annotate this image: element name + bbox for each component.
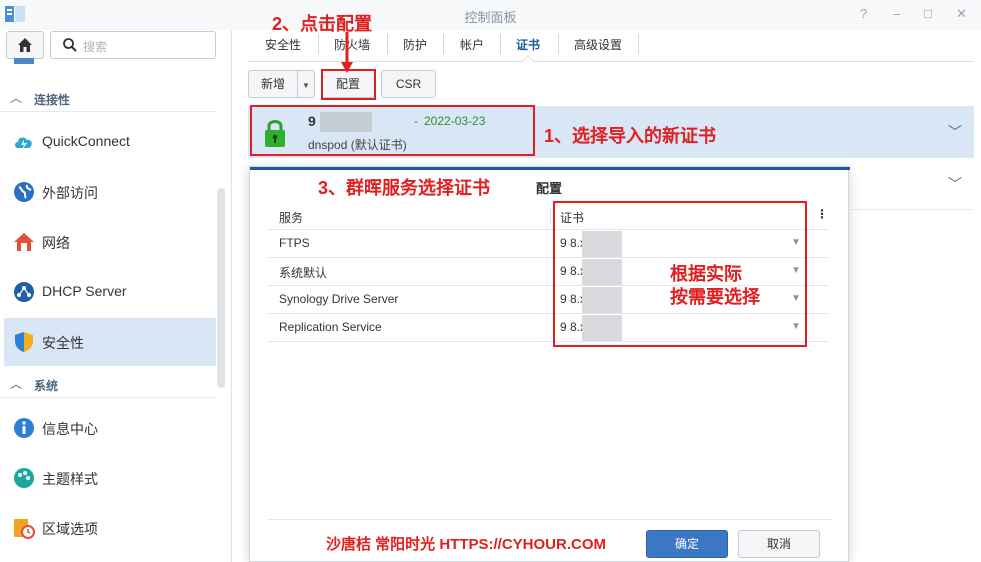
dialog-title: 配置 (536, 181, 563, 196)
caret-down-icon: ▼ (302, 81, 310, 90)
chevron-up-icon: ︿ (10, 91, 23, 105)
annotation-step3: 3、群晖服务选择证书 (318, 178, 491, 198)
search-input[interactable]: 搜索 (50, 31, 216, 59)
close-icon[interactable]: ✕ (956, 6, 967, 22)
add-dropdown-button[interactable]: ▼ (297, 70, 315, 98)
sidebar-item-label: 网络 (42, 235, 70, 251)
sidebar-item-label: 安全性 (42, 335, 84, 351)
chevron-down-icon[interactable]: ﹀ (948, 174, 962, 194)
sidebar-item-dhcp-server[interactable]: DHCP Server (4, 268, 216, 316)
sidebar-item-quickconnect[interactable]: QuickConnect (4, 118, 216, 166)
sidebar-item-label: DHCP Server (42, 283, 127, 299)
csr-button[interactable]: CSR (381, 70, 436, 98)
dhcp-icon (14, 282, 34, 302)
minimize-icon[interactable]: – (893, 6, 900, 21)
globe-icon (14, 182, 34, 202)
chevron-down-icon[interactable]: ﹀ (948, 122, 962, 142)
shield-icon (15, 332, 33, 352)
sidebar-item-security[interactable]: 安全性 (4, 318, 216, 366)
partial-item-icon (14, 58, 34, 64)
tab-separator (500, 34, 501, 54)
tab-separator (638, 34, 639, 54)
tab-separator (443, 34, 444, 54)
regional-clock-icon (14, 519, 35, 539)
home-button[interactable] (6, 31, 44, 59)
sidebar-item-external-access[interactable]: 外部访问 (4, 168, 216, 216)
maximize-icon[interactable]: □ (924, 6, 932, 21)
cancel-button[interactable]: 取消 (738, 530, 820, 558)
tab-separator (318, 34, 319, 54)
info-icon (14, 418, 34, 438)
tab-advanced[interactable]: 高级设置 (574, 36, 622, 53)
chevron-up-icon: ︿ (10, 377, 23, 391)
tab-certificate[interactable]: 证书 (516, 36, 540, 53)
window-titlebar: 控制面板 ? – □ ✕ (0, 0, 981, 30)
tab-protection[interactable]: 防护 (403, 36, 427, 53)
service-name: Synology Drive Server (279, 292, 399, 306)
sidebar-item-network[interactable]: 网络 (4, 218, 216, 266)
annotation-arrow-icon (341, 32, 353, 73)
annotation-step1: 1、选择导入的新证书 (544, 126, 717, 146)
dialog-footer-divider (268, 519, 832, 520)
sidebar: 搜索 ︿ 连接性 QuickConnect 外部访问 网络 DHCP Serve… (0, 30, 232, 562)
section-label: 连接性 (34, 93, 71, 107)
sidebar-item-label: QuickConnect (42, 133, 130, 149)
annotation-box-configure (321, 69, 376, 100)
section-label: 系统 (34, 379, 59, 393)
sidebar-item-label: 主题样式 (42, 471, 98, 487)
annotation-step2: 2、点击配置 (272, 14, 373, 34)
section-header-system[interactable]: ︿ 系统 (0, 372, 216, 398)
dialog-accent-bar (250, 167, 850, 170)
home-icon (18, 38, 32, 52)
service-name: FTPS (279, 236, 310, 250)
cloud-lightning-icon (15, 137, 32, 150)
annotation-note-line2: 按需要选择 (670, 287, 760, 307)
sidebar-scrollbar[interactable] (217, 188, 225, 388)
sidebar-item-label: 外部访问 (42, 185, 98, 201)
sidebar-item-label: 区域选项 (42, 521, 98, 537)
service-name: 系统默认 (279, 266, 328, 280)
search-icon (63, 38, 77, 52)
network-home-icon (14, 233, 34, 251)
palette-icon (14, 468, 34, 488)
add-button[interactable]: 新增 (248, 70, 298, 98)
search-placeholder: 搜索 (83, 40, 108, 54)
column-divider (550, 207, 551, 225)
column-options-icon[interactable]: ⋮ (816, 207, 828, 221)
service-name: Replication Service (279, 320, 382, 334)
sidebar-item-label: 信息中心 (42, 421, 98, 437)
sidebar-item-regional-options[interactable]: 区域选项 (4, 504, 216, 552)
ok-button[interactable]: 确定 (646, 530, 728, 558)
help-icon[interactable]: ? (860, 6, 867, 21)
tab-separator (558, 34, 559, 54)
sidebar-item-theme[interactable]: 主题样式 (4, 454, 216, 502)
tab-separator (387, 34, 388, 54)
watermark-text: 沙唐桔 常阳时光 HTTPS://CYHOUR.COM (326, 536, 606, 553)
sidebar-item-info-center[interactable]: 信息中心 (4, 404, 216, 452)
active-tab-indicator (522, 55, 534, 67)
column-header-service[interactable]: 服务 (279, 209, 303, 226)
tab-security[interactable]: 安全性 (265, 36, 301, 53)
tab-account[interactable]: 帐户 (460, 36, 484, 53)
annotation-box-certificate (250, 105, 535, 156)
section-header-connectivity[interactable]: ︿ 连接性 (0, 86, 216, 112)
window-title: 控制面板 (464, 10, 517, 25)
